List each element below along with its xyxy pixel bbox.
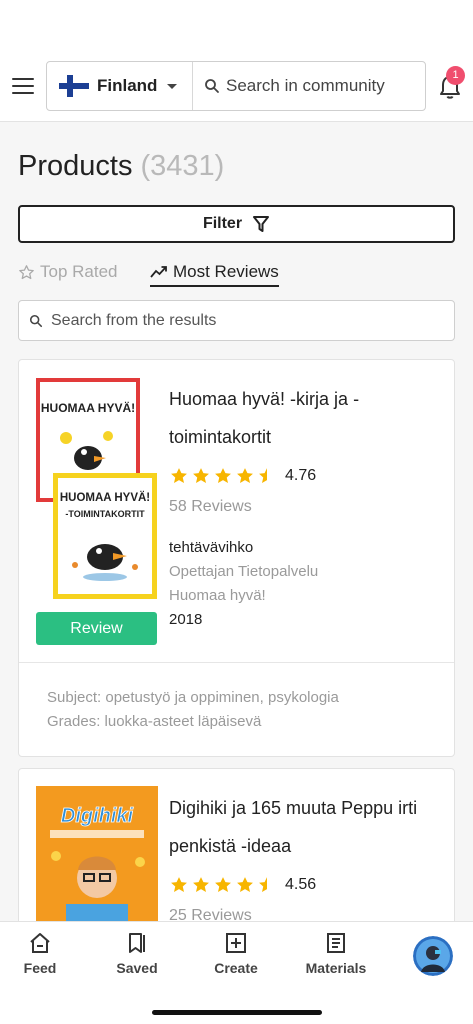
nav-create-label: Create [214, 960, 258, 976]
community-search-placeholder: Search in community [226, 76, 385, 95]
star-outline-icon [19, 264, 34, 279]
product-subject: Subject: opetustyö ja oppiminen, psykolo… [47, 689, 339, 706]
rating: 4.56 [169, 875, 316, 895]
book-cover-image[interactable]: HUOMAA HYVÄ! -TOIMINTAKORTIT [53, 473, 157, 599]
filter-icon [253, 216, 270, 232]
tab-top-rated[interactable]: Top Rated [18, 262, 118, 282]
avatar[interactable] [413, 936, 453, 976]
page-title-text: Products [18, 150, 133, 182]
nav-feed[interactable]: Feed [0, 932, 80, 978]
bottom-nav: Feed Saved Create Materials [0, 921, 473, 1024]
cover-title: Digihiki [61, 805, 134, 827]
tab-most-reviews-label: Most Reviews [173, 262, 279, 281]
tab-top-rated-label: Top Rated [40, 262, 118, 281]
bookmark-icon [129, 933, 145, 953]
product-card[interactable]: HUOMAA HYVÄ! HUOMAA HYVÄ! -TOIMINTAKORTI… [18, 359, 455, 757]
product-title[interactable]: Huomaa hyvä! -kirja ja -toimintakortit [169, 380, 439, 456]
cover-title: HUOMAA HYVÄ! [41, 400, 135, 415]
document-icon [327, 933, 345, 953]
cover-title: HUOMAA HYVÄ! [60, 491, 150, 504]
nav-feed-label: Feed [23, 960, 57, 976]
star-filled-icon [237, 468, 253, 483]
user-avatar-icon [413, 936, 453, 976]
rating-value: 4.56 [285, 876, 317, 893]
nav-materials-label: Materials [305, 960, 367, 976]
product-title[interactable]: Digihiki ja 165 muuta Peppu irti penkist… [169, 789, 439, 865]
star-filled-icon [215, 468, 231, 483]
filter-button[interactable]: Filter [18, 205, 455, 243]
menu-icon[interactable] [12, 78, 34, 94]
product-meta: tehtävävihko Opettajan Tietopalvelu Huom… [169, 536, 318, 632]
star-rating [169, 875, 279, 895]
finland-flag-icon [59, 75, 89, 97]
nav-saved[interactable]: Saved [97, 932, 177, 978]
product-type: tehtävävihko [169, 539, 254, 556]
nav-create[interactable]: Create [196, 932, 276, 978]
product-publisher: Opettajan Tietopalvelu [169, 563, 319, 580]
community-search-input[interactable]: Search in community [194, 62, 426, 110]
product-year: 2018 [169, 611, 203, 628]
home-icon [30, 933, 50, 953]
search-icon [29, 314, 43, 327]
top-header: Finland Search in community 1 [0, 0, 473, 122]
cover-subtitle: -TOIMINTAKORTIT [65, 509, 145, 519]
rating-value: 4.76 [285, 467, 317, 484]
review-count: 58 Reviews [169, 498, 252, 515]
star-filled-icon [193, 877, 209, 892]
star-filled-icon [171, 877, 187, 892]
page-title: Products (3431) [18, 150, 224, 183]
nav-saved-label: Saved [116, 960, 158, 976]
review-button[interactable]: Review [36, 612, 157, 645]
star-filled-icon [215, 877, 231, 892]
nav-materials[interactable]: Materials [296, 932, 376, 978]
star-rating [169, 466, 279, 486]
trending-up-icon [150, 266, 167, 278]
product-series: Huomaa hyvä! [169, 587, 266, 604]
star-filled-icon [171, 468, 187, 483]
notification-badge: 1 [446, 66, 465, 85]
filter-label: Filter [202, 215, 243, 232]
plus-square-icon [226, 933, 246, 953]
community-search-bar: Finland Search in community [46, 61, 426, 111]
divider [19, 662, 454, 663]
page: Finland Search in community 1 Products (… [0, 0, 473, 1024]
country-selector[interactable]: Finland [47, 62, 193, 110]
product-count: (3431) [140, 150, 225, 182]
country-name: Finland [97, 76, 158, 95]
star-half-icon [259, 468, 267, 483]
chevron-down-icon [167, 84, 177, 89]
product-grades: Grades: luokka-asteet läpäisevä [47, 713, 262, 730]
tab-most-reviews[interactable]: Most Reviews [150, 262, 279, 287]
book-cover-image[interactable]: Digihiki [36, 786, 158, 936]
search-icon [205, 79, 219, 93]
product-subject-grades: Subject: opetustyö ja oppiminen, psykolo… [47, 686, 339, 734]
home-indicator [152, 1010, 322, 1015]
rating: 4.76 [169, 466, 316, 486]
results-search-placeholder: Search from the results [51, 311, 217, 329]
star-half-icon [259, 877, 267, 892]
star-filled-icon [237, 877, 253, 892]
star-filled-icon [193, 468, 209, 483]
results-search-input[interactable]: Search from the results [18, 300, 455, 341]
